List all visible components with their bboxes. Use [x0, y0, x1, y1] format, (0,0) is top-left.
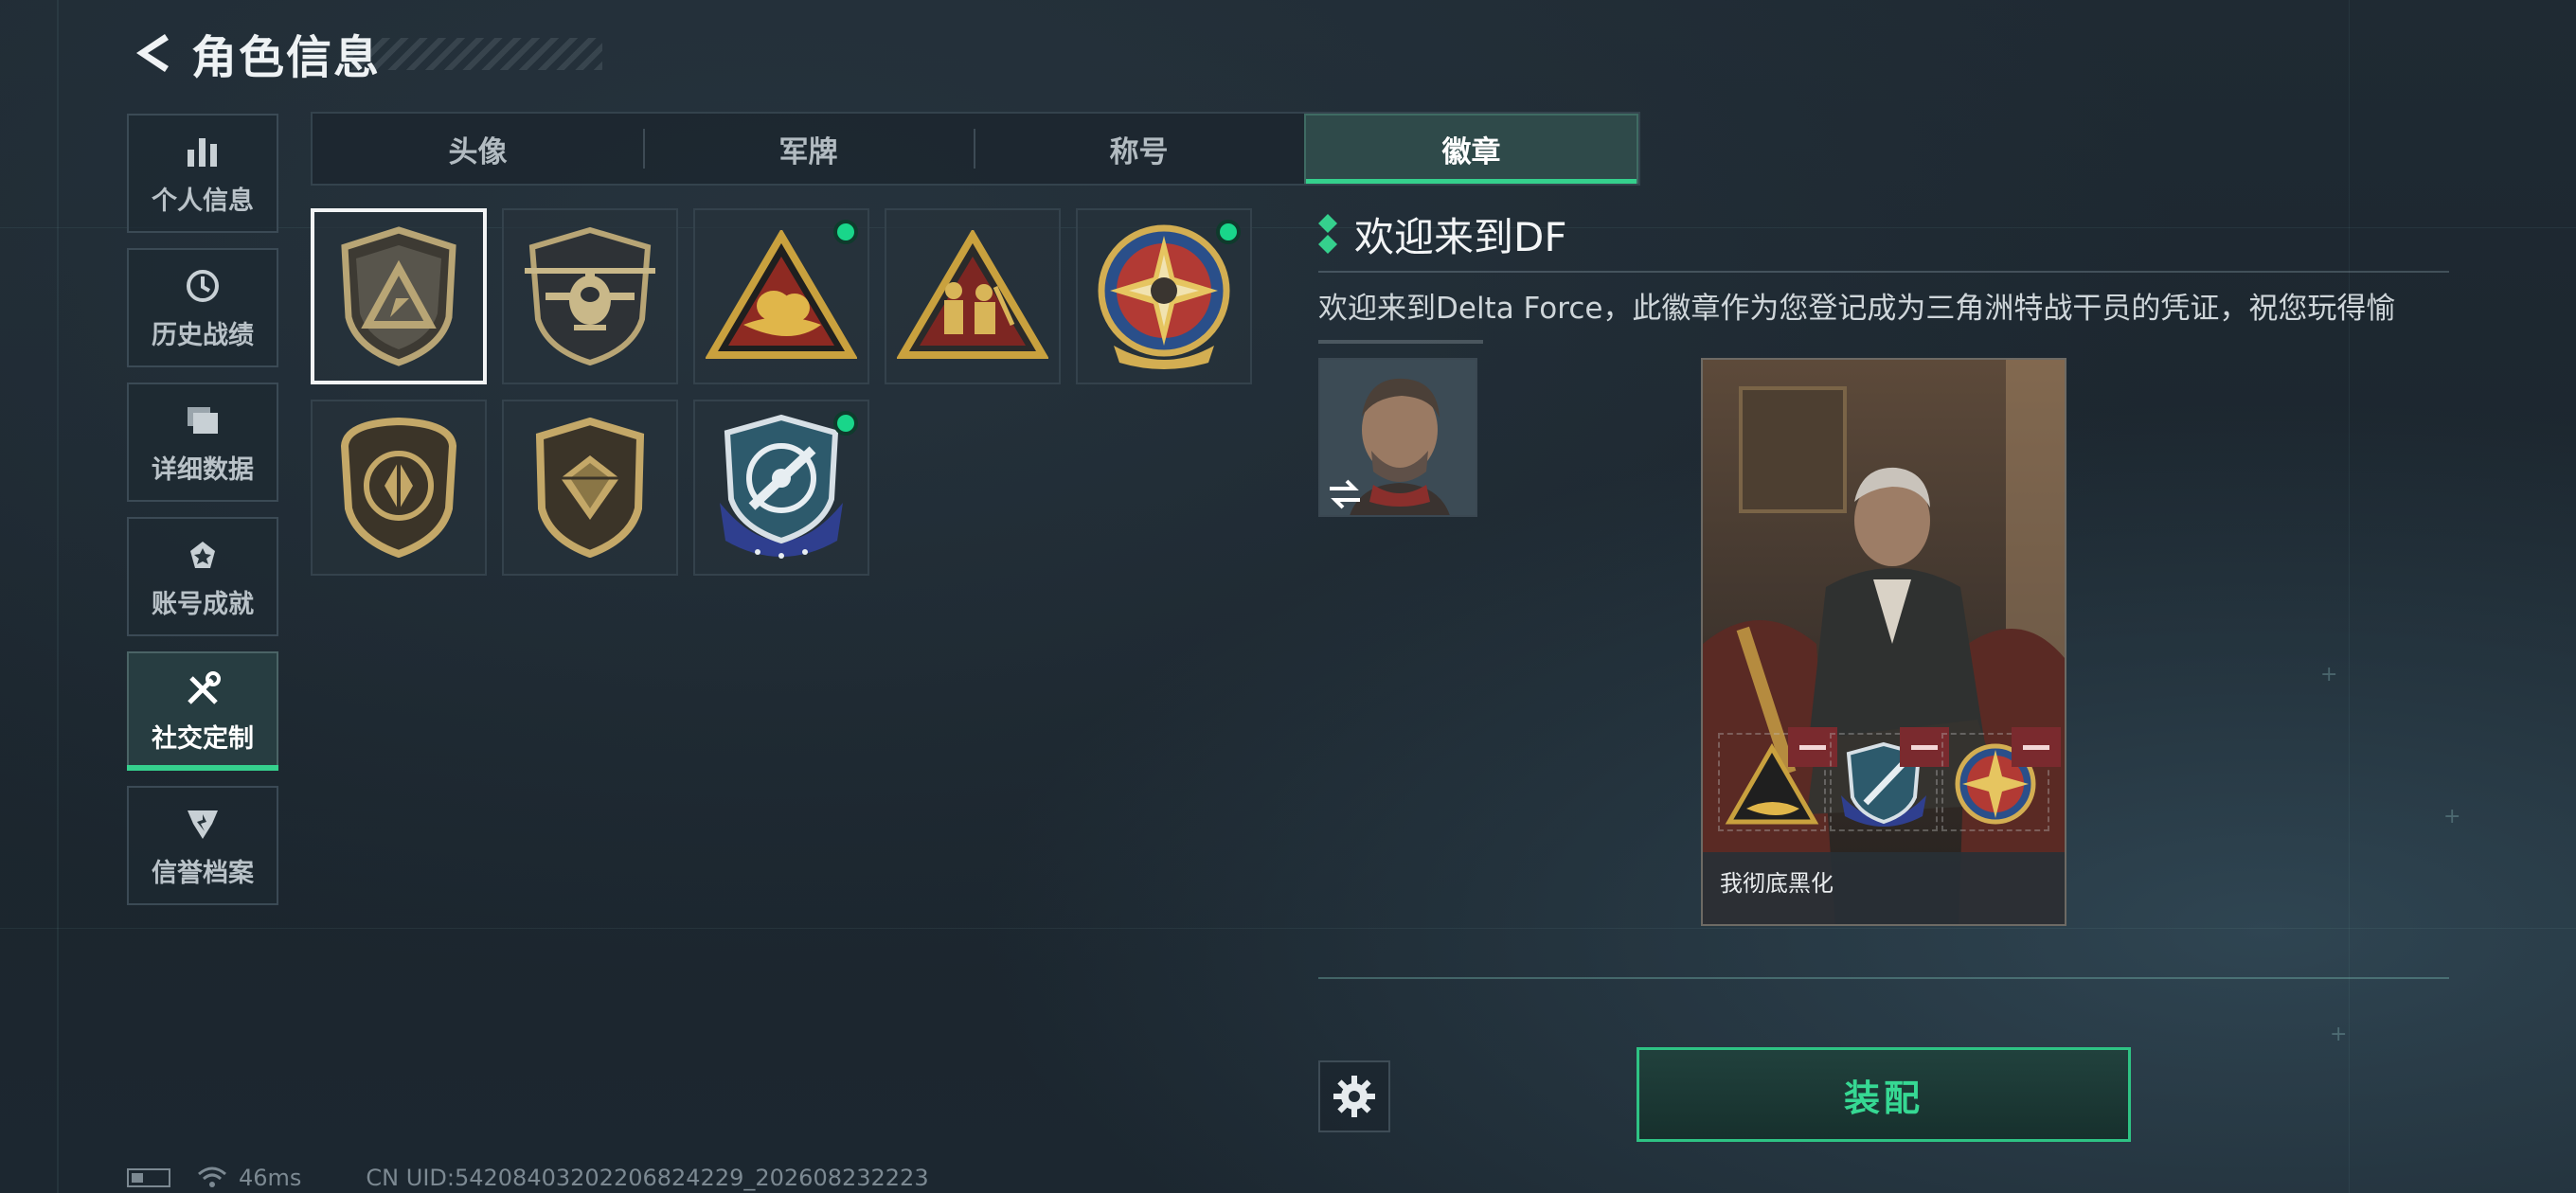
blue-ribbon-badge-icon	[720, 414, 843, 559]
new-indicator	[833, 411, 858, 436]
sidebar-item-reputation[interactable]: 信誉档案	[127, 786, 278, 905]
page-header: 角色信息	[127, 23, 381, 84]
sidebar-item-label: 个人信息	[152, 186, 254, 216]
history-clock-icon	[182, 265, 224, 307]
status-bar: 46ms CN UID:54208403202206824229_2026082…	[127, 1165, 929, 1191]
diamond-crest-badge-icon	[535, 418, 645, 558]
wifi-icon	[198, 1166, 226, 1187]
tab-bar: 头像 军牌 称号 徽章	[311, 112, 1640, 186]
soldiers-triangle-badge-icon	[897, 230, 1048, 359]
badge-description: 欢迎来到Delta Force，此徽章作为您登记成为三角洲特战干员的凭证，祝您玩…	[1318, 292, 2396, 326]
sidebar-item-detailed-data[interactable]: 详细数据	[127, 383, 278, 502]
decor-cross-icon: +	[2330, 1023, 2348, 1046]
equipped-badge-slot[interactable]	[1830, 727, 1949, 831]
folders-icon	[182, 400, 224, 441]
tab-avatar[interactable]: 头像	[313, 114, 643, 184]
badge-item[interactable]	[885, 208, 1061, 384]
achievement-medal-icon	[182, 534, 224, 576]
new-indicator	[1216, 220, 1241, 244]
character-card: 我彻底黑化	[1701, 358, 2066, 926]
back-button[interactable]	[127, 27, 180, 80]
badge-detail-panel: 欢迎来到DF 欢迎来到Delta Force，此徽章作为您登记成为三角洲特战干员…	[1318, 208, 2449, 344]
star-compass-badge-icon	[1098, 224, 1230, 369]
sidebar-item-social-custom[interactable]: 社交定制	[127, 651, 278, 771]
bar-chart-icon	[182, 131, 224, 172]
tab-title[interactable]: 称号	[974, 114, 1304, 184]
tools-icon	[182, 668, 224, 710]
badge-item[interactable]	[502, 208, 678, 384]
sidebar-item-label: 详细数据	[152, 454, 254, 485]
golden-eagle-triangle-badge-icon	[706, 230, 857, 359]
decor-cross-icon: +	[2320, 663, 2338, 686]
badge-grid	[311, 208, 1258, 576]
decor-line	[2349, 0, 2350, 1193]
diamond-marker-icon	[1318, 214, 1337, 254]
tab-badge[interactable]: 徽章	[1304, 114, 1638, 184]
badge-item[interactable]	[693, 400, 869, 576]
tab-dog-tag[interactable]: 军牌	[643, 114, 974, 184]
avatar-swap-button[interactable]	[1318, 358, 1477, 517]
badge-item[interactable]	[311, 400, 487, 576]
decor-line	[0, 928, 2576, 929]
badge-title: 欢迎来到DF	[1354, 213, 1567, 260]
title-stripe-decoration	[345, 38, 602, 70]
settings-button[interactable]	[1318, 1060, 1390, 1132]
description-scroll-indicator	[1318, 340, 1483, 344]
badge-item[interactable]	[693, 208, 869, 384]
sidebar-item-label: 历史战绩	[152, 320, 254, 350]
equipped-badge-slot[interactable]	[1941, 727, 2061, 831]
divider	[1318, 977, 2449, 979]
sidebar-item-label: 信誉档案	[152, 858, 254, 888]
gear-icon	[1333, 1076, 1375, 1117]
delta-shield-badge-icon	[341, 226, 456, 366]
bronze-crest-badge-icon	[340, 418, 457, 558]
badge-item[interactable]	[502, 400, 678, 576]
equip-button[interactable]: 装配	[1637, 1047, 2131, 1142]
decor-cross-icon: +	[2443, 805, 2461, 828]
battery-icon	[127, 1168, 170, 1187]
reputation-badge-icon	[182, 803, 224, 845]
swap-icon	[1330, 479, 1360, 509]
sidebar-item-label: 账号成就	[152, 589, 254, 619]
new-indicator	[833, 220, 858, 244]
operator-full-image	[1703, 360, 2065, 924]
sidebar: 个人信息 历史战绩 详细数据 账号成就 社交定制 信誉档案	[127, 114, 278, 920]
divider	[1318, 271, 2449, 273]
remove-badge-button[interactable]	[2012, 727, 2061, 767]
sidebar-item-history[interactable]: 历史战绩	[127, 248, 278, 367]
sidebar-item-personal-info[interactable]: 个人信息	[127, 114, 278, 233]
sidebar-item-label: 社交定制	[152, 723, 254, 754]
badge-item[interactable]	[311, 208, 487, 384]
equipped-badge-slot[interactable]	[1718, 727, 1837, 831]
sidebar-item-achievements[interactable]: 账号成就	[127, 517, 278, 636]
helicopter-badge-icon	[525, 226, 655, 366]
player-name: 我彻底黑化	[1720, 870, 1834, 897]
equip-button-label: 装配	[1843, 1077, 1923, 1119]
user-uid: CN UID:54208403202206824229_202608232223	[366, 1165, 929, 1191]
badge-item[interactable]	[1076, 208, 1252, 384]
decor-line	[57, 0, 59, 1193]
ping-readout: 46ms	[239, 1165, 302, 1191]
back-arrow-icon	[136, 34, 169, 72]
